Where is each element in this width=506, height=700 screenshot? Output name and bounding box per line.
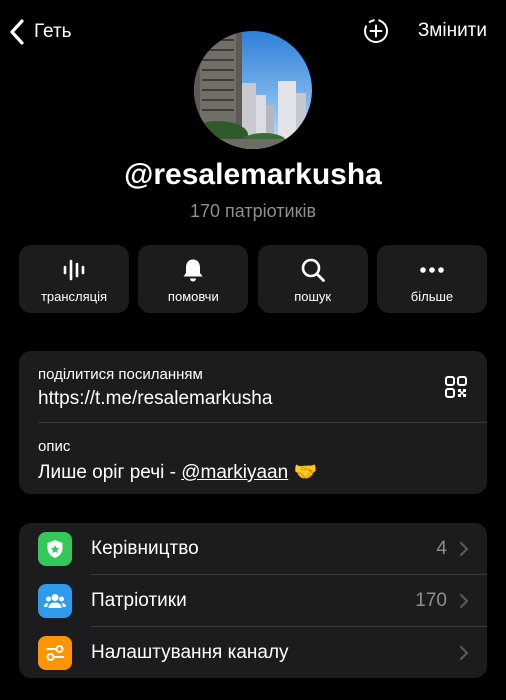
broadcast-waveform-icon [63, 259, 85, 281]
more-dots-icon [420, 267, 444, 273]
qr-code-icon[interactable] [444, 375, 468, 399]
back-button[interactable]: Геть [8, 14, 72, 50]
broadcast-button[interactable]: трансляція [19, 245, 129, 313]
channel-info-card: поділитися посиланням https://t.me/resal… [19, 351, 487, 494]
channel-link[interactable]: https://t.me/resalemarkusha [38, 388, 272, 410]
bell-icon [183, 259, 203, 282]
search-label: пошук [294, 289, 332, 304]
chevron-right-icon [459, 541, 469, 557]
list-item-subscribers[interactable]: Патріотики 170 [19, 575, 487, 627]
handshake-emoji: 🤝 [293, 462, 318, 483]
edit-button[interactable]: Змінити [418, 20, 487, 42]
chevron-left-icon [10, 19, 24, 45]
list-item-channel-settings[interactable]: Налаштування каналу [19, 627, 487, 678]
channel-username: @resalemarkusha [124, 158, 382, 191]
add-story-icon[interactable] [362, 17, 390, 45]
channel-settings-label: Налаштування каналу [91, 642, 289, 663]
more-button[interactable]: більше [376, 245, 487, 313]
channel-settings-icon [38, 636, 72, 670]
description-text: Лише оріг речі - @markiyaan 🤝 [38, 460, 317, 484]
more-label: більше [410, 289, 454, 304]
chevron-right-icon [459, 593, 469, 609]
description-label: опис [38, 438, 71, 455]
search-button[interactable]: пошук [257, 245, 368, 313]
search-icon [301, 258, 325, 282]
people-icon [38, 584, 72, 618]
channel-settings-list: Керівництво 4 Патріотики 170 Налаштуванн… [19, 523, 487, 678]
broadcast-label: трансляція [40, 289, 108, 304]
info-divider [38, 422, 487, 423]
share-link-label: поділитися посиланням [38, 366, 203, 383]
avatar-image [194, 31, 312, 149]
channel-avatar[interactable] [194, 31, 312, 149]
mute-button[interactable]: помовчи [138, 245, 249, 313]
subscriber-count: 170 патріотиків [190, 201, 316, 221]
description-body: Лише оріг речі - [38, 462, 182, 483]
mention-link[interactable]: @markiyaan [181, 462, 288, 483]
administrators-count: 4 [436, 538, 447, 559]
mute-label: помовчи [167, 289, 219, 304]
list-item-administrators[interactable]: Керівництво 4 [19, 523, 487, 575]
subscribers-count: 170 [415, 590, 447, 611]
action-buttons: трансляція помовчи пошук більше [19, 245, 487, 313]
admin-badge-icon [38, 532, 72, 566]
back-button-label: Геть [34, 21, 72, 42]
chevron-right-icon [459, 645, 469, 661]
subscribers-label: Патріотики [91, 590, 187, 611]
administrators-label: Керівництво [91, 538, 199, 559]
